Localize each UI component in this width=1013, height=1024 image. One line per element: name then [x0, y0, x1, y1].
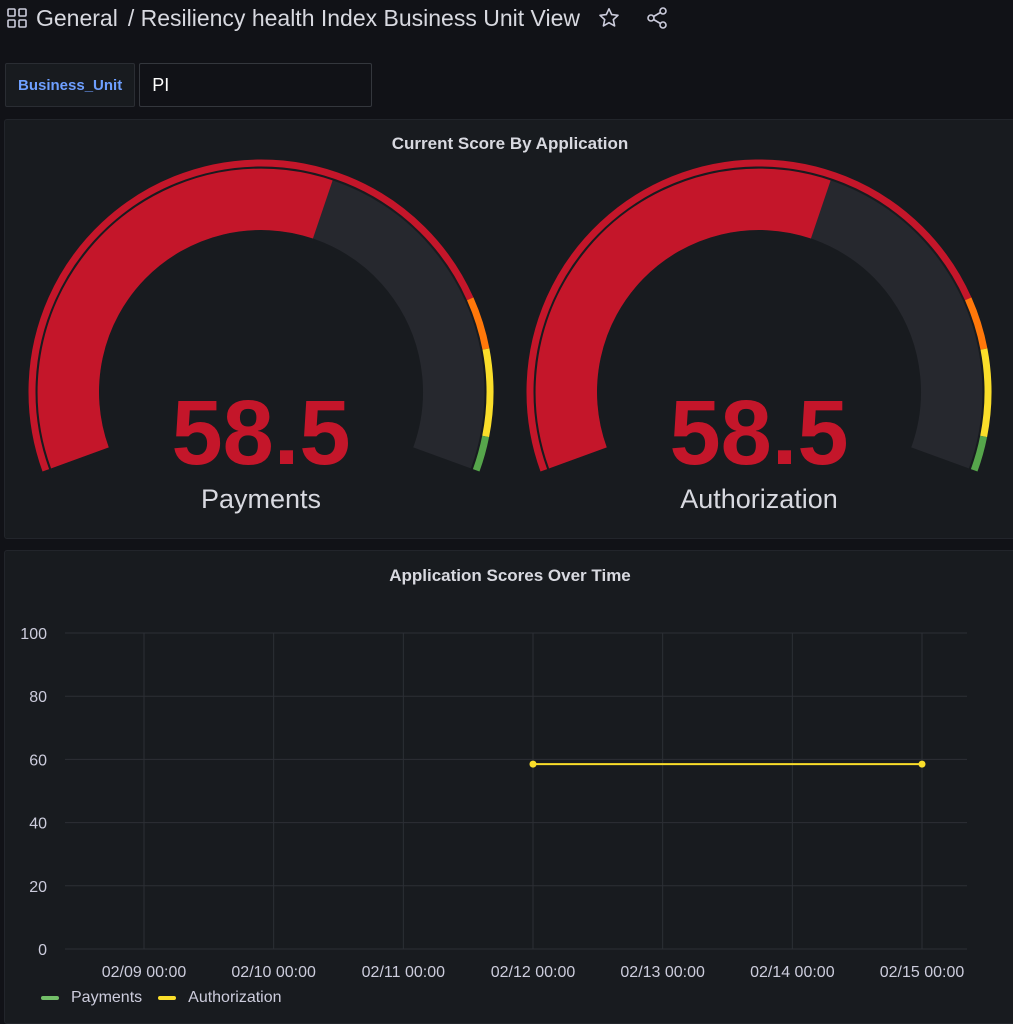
gauge-value-text: 58.5 — [171, 382, 350, 484]
gauge-panel-title[interactable]: Current Score By Application — [5, 134, 1013, 154]
x-tick-label: 02/15 00:00 — [880, 964, 965, 981]
y-tick-label: 100 — [20, 626, 47, 643]
legend-item-authorization[interactable]: Authorization — [158, 989, 282, 1007]
gauge-panel: Current Score By Application 58.5 Payment… — [4, 119, 1013, 539]
legend-label: Authorization — [188, 989, 282, 1006]
breadcrumb-folder[interactable]: General — [36, 5, 118, 32]
star-icon[interactable] — [596, 5, 622, 31]
data-point[interactable] — [529, 760, 537, 768]
data-point[interactable] — [918, 760, 926, 768]
breadcrumb-separator-text: / — [127, 4, 135, 31]
gauge-label: Payments — [201, 484, 321, 514]
x-tick-label: 02/14 00:00 — [750, 964, 835, 981]
dashboard-header: General / Resiliency health Index Busine… — [0, 0, 1013, 36]
x-tick-label: 02/10 00:00 — [231, 964, 316, 981]
timeseries-panel: Application Scores Over Time 0 20 40 60 80 10… — [4, 550, 1013, 1024]
chart-legend: Payments Authorization — [41, 989, 298, 1007]
y-tick-label: 80 — [29, 689, 47, 706]
gauge-authorization: 58.5Authorization — [526, 159, 992, 514]
variable-select-business-unit[interactable]: PI — [139, 63, 373, 107]
timeseries-panel-title[interactable]: Application Scores Over Time — [5, 566, 1013, 586]
variables-bar: Business_Unit PI — [5, 63, 373, 107]
timeseries-chart: 0 20 40 60 80 100 02/09 00:00 02/10 00:00 02/11 … — [20, 626, 967, 981]
x-tick-label: 02/11 00:00 — [362, 964, 445, 981]
breadcrumb: General / Resiliency health Index Busine… — [36, 5, 580, 32]
gauge-payments: 58.5Payments — [28, 159, 494, 514]
chart-grid — [65, 632, 967, 950]
gauges: 58.5Payments58.5Authorization — [28, 159, 992, 514]
legend-item-payments[interactable]: Payments — [41, 989, 142, 1007]
x-tick-label: 02/13 00:00 — [620, 964, 705, 981]
dashboard-grid-icon[interactable] — [6, 7, 28, 29]
gauge-value-text: 58.5 — [669, 382, 848, 484]
legend-swatch — [41, 996, 59, 1000]
y-tick-label: 0 — [38, 942, 47, 959]
dashboard-title[interactable]: Resiliency health Index Business Unit Vi… — [141, 5, 580, 31]
x-tick-label: 02/12 00:00 — [491, 964, 576, 981]
y-tick-label: 20 — [29, 879, 47, 896]
variable-select-value: PI — [152, 74, 170, 95]
gauge-label: Authorization — [680, 484, 838, 514]
legend-swatch — [158, 996, 177, 1000]
series-authorization — [529, 760, 926, 768]
legend-label: Payments — [71, 989, 143, 1006]
x-tick-label: 02/09 00:00 — [102, 964, 187, 981]
y-tick-label: 60 — [29, 752, 47, 769]
variable-label-business-unit: Business_Unit — [5, 63, 136, 107]
breadcrumb-separator: / Resiliency health Index Business Unit … — [128, 5, 580, 32]
share-icon[interactable] — [644, 5, 670, 31]
y-tick-label: 40 — [29, 816, 47, 833]
